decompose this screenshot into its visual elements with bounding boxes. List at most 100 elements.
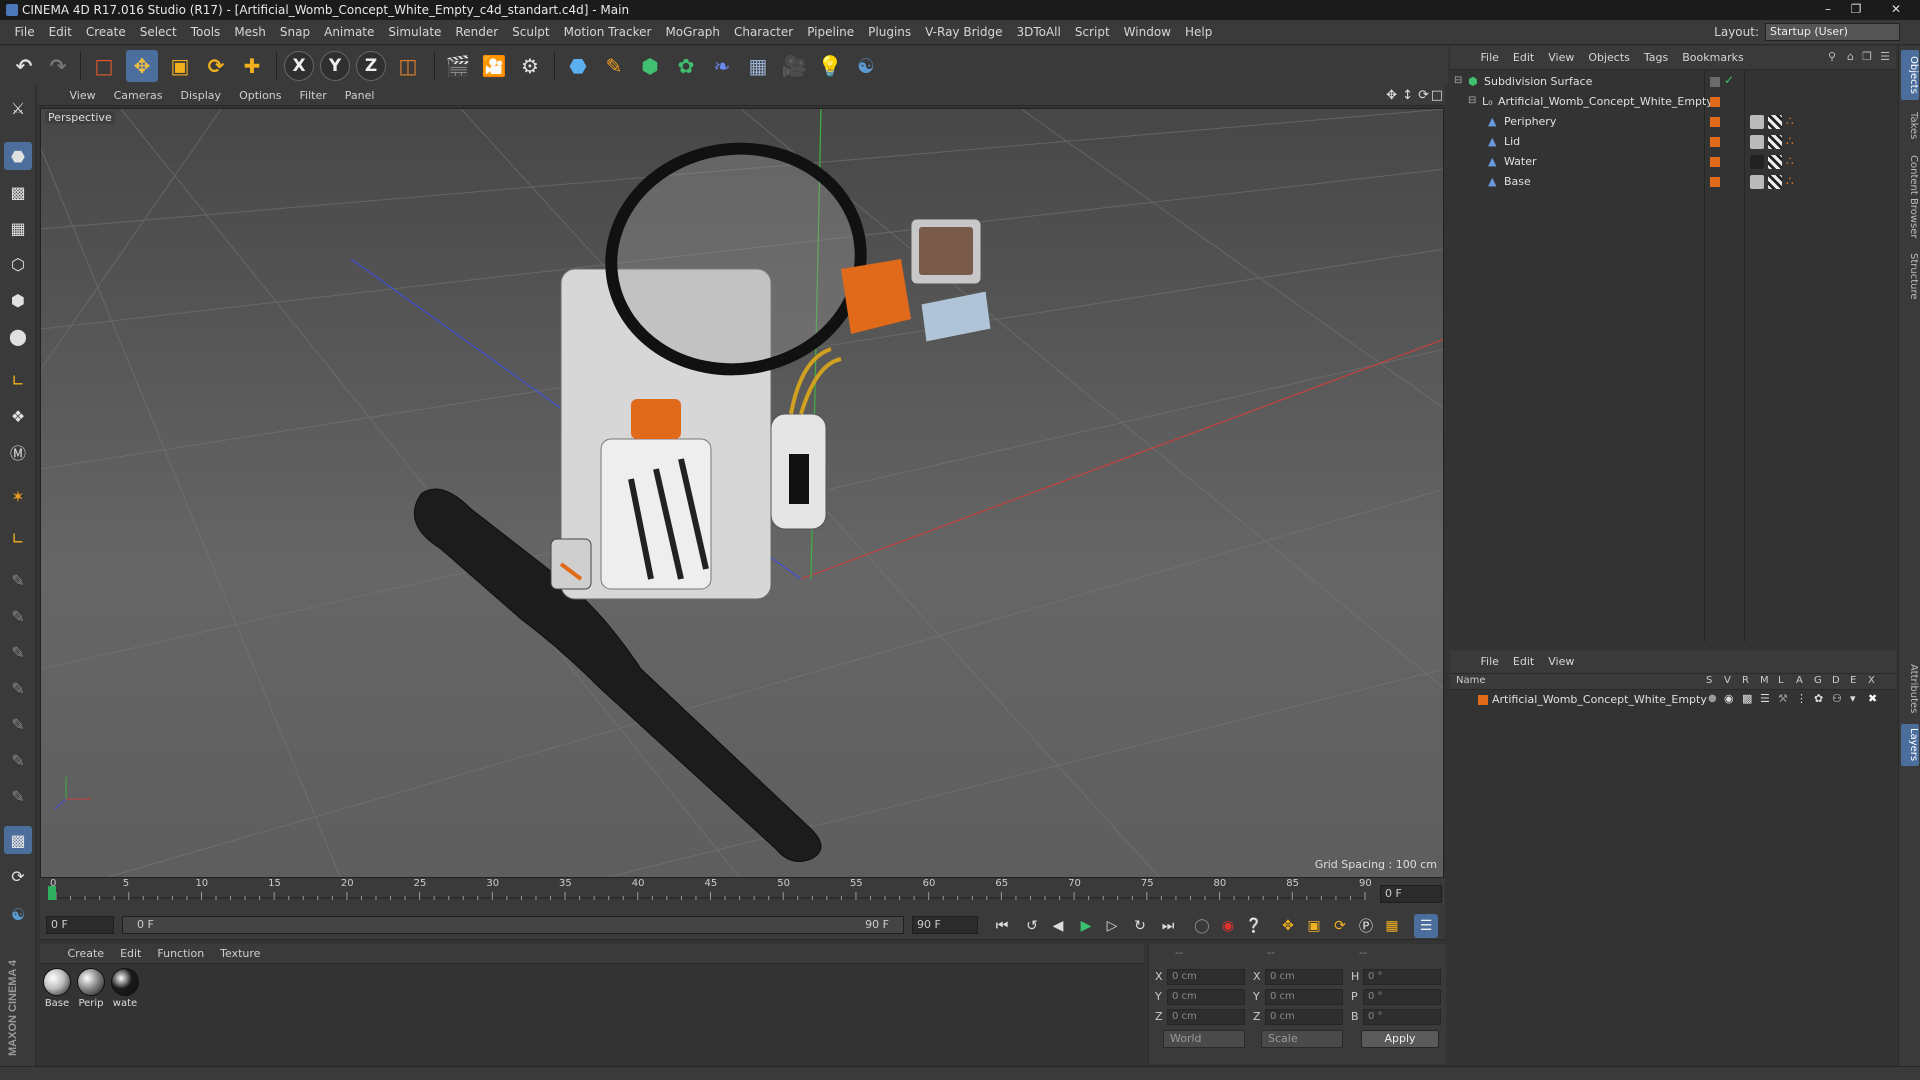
record-pla-icon[interactable]: ▦ <box>1380 914 1404 938</box>
visible-eye-icon[interactable]: ◉ <box>1724 692 1734 705</box>
coordinate-space-dropdown[interactable]: World <box>1163 1030 1245 1048</box>
workplane-mode-icon[interactable]: ▦ <box>4 214 32 242</box>
layers-menu-view[interactable]: View <box>1541 650 1581 674</box>
collapse-toggle-icon[interactable]: ⊟ <box>1468 95 1476 106</box>
transform-tool-icon[interactable]: ✚ <box>236 50 268 82</box>
viewport-move-icon[interactable]: ✥ <box>1386 88 1397 103</box>
3d-viewport[interactable]: Perspective Grid Spacing : 100 cm <box>40 108 1444 878</box>
object-row-water[interactable]: ▲ Water ∴ <box>1450 152 1896 172</box>
mograph-cloner-icon[interactable]: ✿ <box>670 50 702 82</box>
viewport-menu-filter[interactable]: Filter <box>291 86 336 106</box>
record-scale-icon[interactable]: ▣ <box>1302 914 1326 938</box>
layer-swatch[interactable] <box>1710 177 1720 187</box>
solo-mode-icon[interactable]: ▩ <box>4 826 32 854</box>
material-base[interactable]: Base <box>42 968 72 1009</box>
redo-icon[interactable]: ↷ <box>42 50 74 82</box>
selection-tag-icon[interactable]: ∴ <box>1786 134 1794 148</box>
layer-swatch[interactable] <box>1710 97 1720 107</box>
panel-options-icon[interactable]: ☰ <box>1880 50 1890 63</box>
objects-menu-tags[interactable]: Tags <box>1637 46 1675 70</box>
tab-layers[interactable]: Layers <box>1901 724 1919 766</box>
objects-menu-file[interactable]: File <box>1474 46 1506 70</box>
y-axis-lock-button[interactable]: Y <box>320 51 350 81</box>
move-tool-icon[interactable]: ✥ <box>126 50 158 82</box>
deformer-icon[interactable]: ⚇ <box>1832 692 1842 705</box>
previous-keyframe-icon[interactable]: ↺ <box>1020 914 1044 938</box>
layer-color-swatch[interactable] <box>1478 695 1488 705</box>
scale-tool-icon[interactable]: ▣ <box>164 50 196 82</box>
viewport-menu-view[interactable]: View <box>61 86 105 106</box>
material-tag-icon[interactable] <box>1750 175 1764 189</box>
rotation-p-field[interactable]: 0 ° <box>1363 989 1441 1005</box>
render-view-icon[interactable]: 🎬 <box>442 50 474 82</box>
menu-script[interactable]: Script <box>1068 20 1117 44</box>
new-window-icon[interactable]: ❐ <box>1862 50 1872 63</box>
current-frame-field[interactable]: 0 F <box>1380 885 1442 903</box>
menu-file[interactable]: File <box>8 20 42 44</box>
viewport-zoom-icon[interactable]: ↕ <box>1402 88 1413 103</box>
python-icon[interactable]: ☯ <box>850 50 882 82</box>
material-menu-create[interactable]: Create <box>60 944 113 964</box>
menu-mograph[interactable]: MoGraph <box>658 20 727 44</box>
selection-tag-icon[interactable]: ∴ <box>1786 114 1794 128</box>
next-keyframe-icon[interactable]: ↻ <box>1128 914 1152 938</box>
objects-menu-bookmarks[interactable]: Bookmarks <box>1675 46 1750 70</box>
edges-mode-icon[interactable]: ⬢ <box>4 286 32 314</box>
tab-objects[interactable]: Objects <box>1901 50 1919 100</box>
python-console-icon[interactable]: ☯ <box>4 900 32 928</box>
maximize-icon[interactable]: ❐ <box>1842 0 1870 18</box>
menu-simulate[interactable]: Simulate <box>381 20 448 44</box>
object-row-lid[interactable]: ▲ Lid ∴ <box>1450 132 1896 152</box>
light-icon[interactable]: 💡 <box>814 50 846 82</box>
viewport-maximize-icon[interactable]: □ <box>1431 88 1443 103</box>
material-tag-icon[interactable] <box>1750 135 1764 149</box>
layer-swatch[interactable] <box>1710 117 1720 127</box>
layer-swatch[interactable] <box>1710 137 1720 147</box>
ik-tool-icon[interactable]: ⟳ <box>4 862 32 890</box>
viewport-menu-options[interactable]: Options <box>230 86 290 106</box>
home-icon[interactable]: ⌂ <box>1847 50 1854 63</box>
menu-mesh[interactable]: Mesh <box>227 20 273 44</box>
size-y-field[interactable]: 0 cm <box>1265 989 1343 1005</box>
viewport-menu-cameras[interactable]: Cameras <box>105 86 172 106</box>
timeline-window-icon[interactable]: ☰ <box>1414 914 1438 938</box>
cube-primitive-icon[interactable]: ⬣ <box>562 50 594 82</box>
uvw-tag-icon[interactable] <box>1768 135 1782 149</box>
start-frame-field[interactable]: 0 F <box>46 916 114 934</box>
coordinate-system-icon[interactable]: ◫ <box>392 50 424 82</box>
autokeying-icon[interactable]: ◉ <box>1216 914 1240 938</box>
close-icon[interactable]: ✕ <box>1876 0 1916 18</box>
lock-icon[interactable]: ⚒ <box>1778 692 1788 705</box>
record-active-objects-icon[interactable]: ◯ <box>1190 914 1214 938</box>
rotation-h-field[interactable]: 0 ° <box>1363 969 1441 985</box>
keyframe-selection-icon[interactable]: ❔ <box>1242 914 1266 938</box>
material-water[interactable]: wate <box>110 968 140 1009</box>
points-mode-icon[interactable]: ⬡ <box>4 250 32 278</box>
previous-frame-icon[interactable]: ◀ <box>1046 914 1070 938</box>
menu-animate[interactable]: Animate <box>317 20 381 44</box>
layer-swatch[interactable] <box>1710 157 1720 167</box>
layers-menu-edit[interactable]: Edit <box>1506 650 1541 674</box>
viewport-menu-display[interactable]: Display <box>172 86 231 106</box>
uvw-tag-icon[interactable] <box>1768 155 1782 169</box>
xref-icon[interactable]: ✖ <box>1868 692 1877 705</box>
render-icon[interactable]: ▩ <box>1742 692 1752 705</box>
expression-icon[interactable]: ▾ <box>1850 692 1856 705</box>
axis-lock-icon[interactable]: ∟ <box>4 524 32 552</box>
go-to-start-icon[interactable]: ⏮ <box>990 914 1014 938</box>
generator-icon[interactable]: ✿ <box>1814 692 1823 705</box>
menu-snap[interactable]: Snap <box>273 20 317 44</box>
layer-swatch-empty[interactable] <box>1710 77 1720 87</box>
undo-icon[interactable]: ↶ <box>8 50 40 82</box>
menu-help[interactable]: Help <box>1178 20 1219 44</box>
menu-create[interactable]: Create <box>79 20 133 44</box>
object-row-base[interactable]: ▲ Base ∴ <box>1450 172 1896 192</box>
menu-character[interactable]: Character <box>727 20 800 44</box>
tab-content-browser[interactable]: Content Browser <box>1901 150 1919 244</box>
size-x-field[interactable]: 0 cm <box>1265 969 1343 985</box>
object-row-periphery[interactable]: ▲ Periphery ∴ <box>1450 112 1896 132</box>
tab-attributes[interactable]: Attributes <box>1901 658 1919 720</box>
manager-icon[interactable]: ☰ <box>1760 692 1770 705</box>
menu-sculpt[interactable]: Sculpt <box>505 20 556 44</box>
material-menu-edit[interactable]: Edit <box>112 944 149 964</box>
